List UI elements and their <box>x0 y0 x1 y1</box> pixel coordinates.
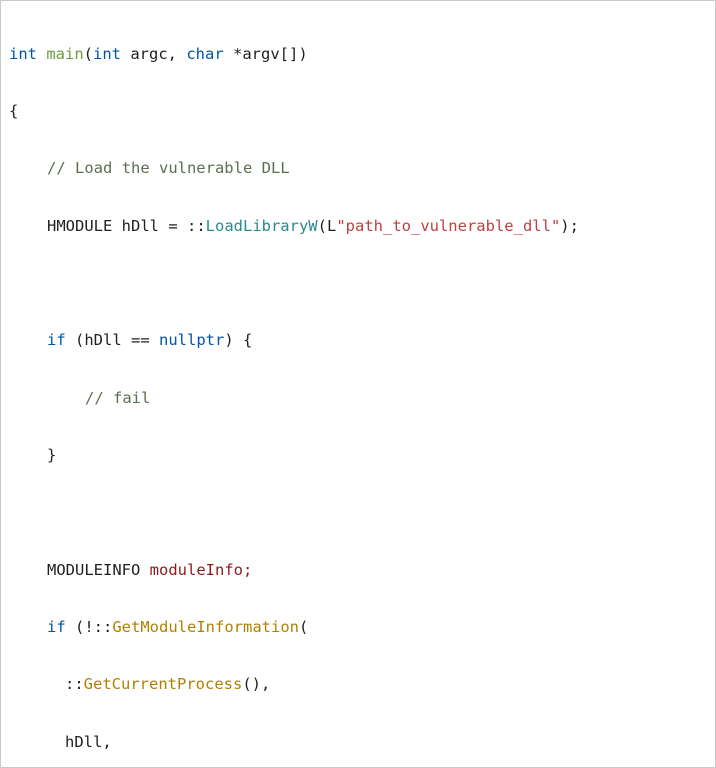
code-line: int main(int argc, char *argv[]) <box>9 40 711 69</box>
code-line: HMODULE hDll = ::LoadLibraryW(L"path_to_… <box>9 212 711 241</box>
code-block: int main(int argc, char *argv[]) { // Lo… <box>0 0 716 768</box>
blank-line <box>9 269 711 298</box>
code-line: ::GetCurrentProcess(), <box>9 670 711 699</box>
code-line: MODULEINFO moduleInfo; <box>9 556 711 585</box>
code-line: hDll, <box>9 728 711 757</box>
blank-line <box>9 498 711 527</box>
code-line: if (!::GetModuleInformation( <box>9 613 711 642</box>
code-line: // fail <box>9 384 711 413</box>
code-line: if (hDll == nullptr) { <box>9 326 711 355</box>
code-line: // Load the vulnerable DLL <box>9 154 711 183</box>
code-line: } <box>9 441 711 470</box>
code-line: { <box>9 97 711 126</box>
